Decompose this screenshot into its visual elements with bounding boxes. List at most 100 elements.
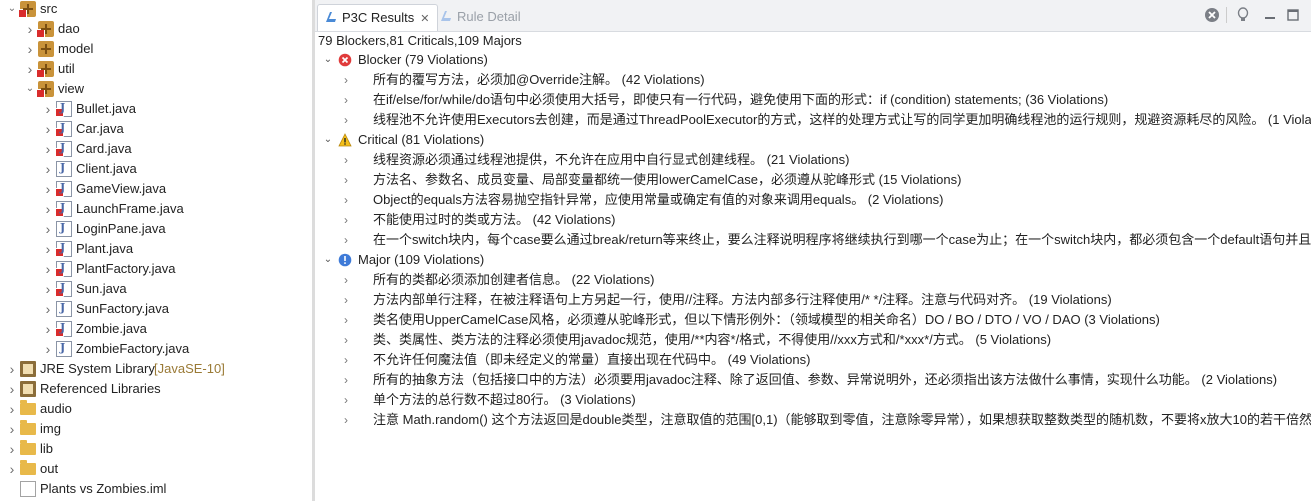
close-tab-icon[interactable]: ✕ [420, 6, 429, 32]
violation-rule-row[interactable]: › 线程池不允许使用Executors去创建，而是通过ThreadPoolExec… [315, 110, 1311, 130]
chevron-right-icon[interactable]: › [42, 139, 54, 159]
minimize-icon[interactable] [1262, 7, 1278, 23]
chevron-right-icon[interactable]: › [42, 119, 54, 139]
chevron-right-icon[interactable]: › [6, 439, 18, 459]
tree-item-label: lib [40, 441, 54, 456]
chevron-right-icon[interactable]: › [24, 59, 36, 79]
clear-icon[interactable] [1204, 7, 1220, 23]
error-marker-icon [55, 328, 64, 337]
violation-group-label: Critical (81 Violations) [358, 132, 485, 147]
error-marker-icon [36, 29, 45, 38]
chevron-down-icon[interactable]: ⌄ [24, 79, 36, 99]
lightbulb-icon[interactable] [1235, 7, 1251, 23]
chevron-right-icon[interactable]: › [341, 410, 351, 430]
folder-icon [20, 420, 36, 435]
chevron-right-icon[interactable]: › [6, 399, 18, 419]
violation-group-major[interactable]: ⌄ Major (109 Violations) [315, 250, 1311, 270]
violation-rule-row[interactable]: › 所有的抽象方法（包括接口中的方法）必须要用javadoc注释、除了返回值、参数… [315, 370, 1311, 390]
violation-rule-text: 类、类属性、类方法的注释必须使用javadoc规范，使用/**内容*/格式，不得… [373, 332, 1052, 347]
chevron-down-icon[interactable]: ⌄ [323, 130, 333, 150]
tab-label: P3C Results [342, 10, 415, 25]
chevron-right-icon[interactable]: › [42, 179, 54, 199]
violation-rule-row[interactable]: › Object的equals方法容易抛空指针异常，应使用常量或确定有值的对象来调… [315, 190, 1311, 210]
violation-rule-text: 所有的类都必须添加创建者信息。 (22 Violations) [373, 272, 655, 287]
violation-rule-row[interactable]: › 不允许任何魔法值（即未经定义的常量）直接出现在代码中。 (49 Violati… [315, 350, 1311, 370]
chevron-right-icon[interactable]: › [6, 359, 18, 379]
java-file-error-icon [55, 201, 72, 217]
chevron-down-icon[interactable]: ⌄ [6, 0, 18, 19]
violation-rule-row[interactable]: › 不能使用过时的类或方法。 (42 Violations) [315, 210, 1311, 230]
violation-rule-row[interactable]: › 注意 Math.random() 这个方法返回是double类型，注意取值的范… [315, 410, 1311, 430]
chevron-right-icon[interactable]: › [42, 299, 54, 319]
chevron-right-icon[interactable]: › [42, 219, 54, 239]
chevron-right-icon[interactable]: › [6, 379, 18, 399]
chevron-right-icon[interactable]: › [42, 339, 54, 359]
tree-item-label: ZombieFactory.java [76, 341, 190, 356]
chevron-right-icon[interactable]: › [341, 310, 351, 330]
violation-rule-text: 所有的抽象方法（包括接口中的方法）必须要用javadoc注释、除了返回值、参数、… [373, 372, 1278, 387]
tab-rule-detail[interactable]: Rule Detail [433, 4, 529, 30]
chevron-right-icon[interactable]: › [42, 319, 54, 339]
violation-rule-row[interactable]: › 所有的覆写方法，必须加@Override注解。 (42 Violations) [315, 70, 1311, 90]
error-marker-icon [55, 208, 64, 217]
error-marker-icon [55, 188, 64, 197]
violation-rule-text: 方法名、参数名、成员变量、局部变量都统一使用lowerCamelCase，必须遵… [373, 172, 962, 187]
chevron-right-icon[interactable]: › [42, 279, 54, 299]
java-file-error-icon [55, 321, 72, 337]
chevron-right-icon[interactable]: › [341, 370, 351, 390]
violation-group-critical[interactable]: ⌄ Critical (81 Violations) [315, 130, 1311, 150]
chevron-right-icon[interactable]: › [42, 239, 54, 259]
chevron-down-icon[interactable]: ⌄ [323, 250, 333, 270]
maximize-icon[interactable] [1285, 7, 1301, 23]
chevron-down-icon[interactable]: ⌄ [323, 50, 333, 70]
chevron-right-icon[interactable]: › [341, 390, 351, 410]
chevron-right-icon[interactable]: › [42, 259, 54, 279]
chevron-right-icon[interactable]: › [341, 290, 351, 310]
chevron-right-icon[interactable]: › [24, 19, 36, 39]
violation-rule-row[interactable]: › 单个方法的总行数不超过80行。 (3 Violations) [315, 390, 1311, 410]
chevron-right-icon[interactable]: › [24, 39, 36, 59]
java-file-icon [56, 341, 72, 357]
java-file-error-icon [55, 261, 72, 277]
chevron-right-icon[interactable]: › [341, 330, 351, 350]
chevron-right-icon[interactable]: › [341, 230, 351, 250]
chevron-right-icon[interactable]: › [42, 159, 54, 179]
major-icon [338, 253, 352, 267]
chevron-right-icon[interactable]: › [6, 419, 18, 439]
chevron-right-icon[interactable]: › [341, 350, 351, 370]
chevron-right-icon[interactable]: › [341, 270, 351, 290]
violation-rule-row[interactable]: › 类名使用UpperCamelCase风格，必须遵从驼峰形式，但以下情形例外：（… [315, 310, 1311, 330]
violation-rule-row[interactable]: › 类、类属性、类方法的注释必须使用javadoc规范，使用/**内容*/格式，不… [315, 330, 1311, 350]
violation-rule-text: 单个方法的总行数不超过80行。 (3 Violations) [373, 392, 636, 407]
violation-rule-row[interactable]: › 方法名、参数名、成员变量、局部变量都统一使用lowerCamelCase，必须… [315, 170, 1311, 190]
toolbar-separator [1226, 7, 1227, 23]
chevron-right-icon[interactable]: › [42, 99, 54, 119]
tab-label: Rule Detail [457, 9, 521, 24]
chevron-right-icon[interactable]: › [341, 210, 351, 230]
chevron-right-icon[interactable]: › [341, 150, 351, 170]
tree-item-label: Referenced Libraries [40, 381, 161, 396]
violation-rule-row[interactable]: › 方法内部单行注释，在被注释语句上方另起一行，使用//注释。方法内部多行注释使用… [315, 290, 1311, 310]
project-explorer-tree: ⌄ src › dao › model › util ⌄ view › Bullet.java › Car… [0, 0, 312, 501]
chevron-right-icon[interactable]: › [6, 459, 18, 479]
violation-rule-row[interactable]: › 所有的类都必须添加创建者信息。 (22 Violations) [315, 270, 1311, 290]
violation-rule-text: 线程池不允许使用Executors去创建，而是通过ThreadPoolExecu… [373, 112, 1311, 127]
violation-rule-text: 在一个switch块内，每个case要么通过break/return等来终止，要… [373, 232, 1311, 247]
violation-rule-row[interactable]: › 在if/else/for/while/do语句中必须使用大括号，即使只有一行代… [315, 90, 1311, 110]
violation-rule-row[interactable]: › 在一个switch块内，每个case要么通过break/return等来终止，… [315, 230, 1311, 250]
tree-item-label: GameView.java [76, 181, 167, 196]
violation-group-blocker[interactable]: ⌄ Blocker (79 Violations) [315, 50, 1311, 70]
violation-rule-row[interactable]: › 线程资源必须通过线程池提供，不允许在应用中自行显式创建线程。 (21 Viol… [315, 150, 1311, 170]
violation-rule-text: 类名使用UpperCamelCase风格，必须遵从驼峰形式，但以下情形例外：（领… [373, 312, 1160, 327]
chevron-right-icon[interactable]: › [341, 170, 351, 190]
violation-rule-text: 不允许任何魔法值（即未经定义的常量）直接出现在代码中。 (49 Violatio… [373, 352, 811, 367]
violation-rule-text: 在if/else/for/while/do语句中必须使用大括号，即使只有一行代码… [373, 92, 1109, 107]
ide-window: ⌄ src › dao › model › util ⌄ view › Bullet.java › Car… [0, 0, 1311, 501]
chevron-right-icon[interactable]: › [341, 110, 351, 130]
chevron-right-icon[interactable]: › [42, 199, 54, 219]
tab-p3c-results[interactable]: P3C Results ✕ [317, 4, 439, 32]
chevron-right-icon[interactable]: › [341, 70, 351, 90]
error-marker-icon [55, 288, 64, 297]
chevron-right-icon[interactable]: › [341, 90, 351, 110]
chevron-right-icon[interactable]: › [341, 190, 351, 210]
